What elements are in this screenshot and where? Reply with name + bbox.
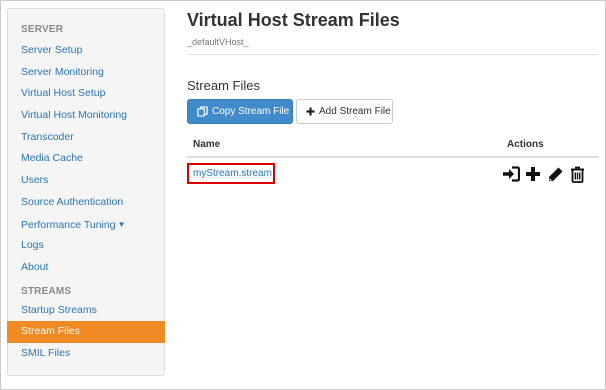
stream-name-cell: myStream.stream bbox=[187, 163, 275, 184]
title-divider bbox=[187, 54, 599, 55]
copy-icon bbox=[197, 106, 208, 117]
sidebar-item-label: Performance Tuning bbox=[21, 218, 116, 231]
sidebar-item-logs[interactable]: Logs bbox=[8, 235, 164, 257]
sidebar-nav: SERVER Server Setup Server Monitoring Vi… bbox=[7, 8, 165, 376]
delete-icon[interactable] bbox=[568, 165, 586, 183]
table-header: Name Actions bbox=[187, 130, 599, 158]
sidebar-item-virtual-host-monitoring[interactable]: Virtual Host Monitoring bbox=[8, 105, 164, 127]
table-row: myStream.stream bbox=[187, 160, 599, 188]
add-stream-file-label: Add Stream File bbox=[319, 106, 391, 117]
plus-icon bbox=[306, 107, 315, 116]
column-header-actions: Actions bbox=[507, 139, 544, 150]
copy-stream-file-label: Copy Stream File bbox=[212, 106, 290, 117]
copy-stream-file-button[interactable]: Copy Stream File bbox=[187, 99, 293, 124]
stream-file-link[interactable]: myStream.stream bbox=[193, 168, 272, 179]
sidebar-item-stream-files[interactable]: Stream Files bbox=[7, 321, 165, 343]
edit-icon[interactable] bbox=[546, 165, 564, 183]
sidebar-item-media-cache[interactable]: Media Cache bbox=[8, 148, 164, 170]
connect-icon[interactable] bbox=[502, 165, 520, 183]
vhost-subtitle: _defaultVHost_ bbox=[187, 37, 249, 47]
sidebar-item-users[interactable]: Users bbox=[8, 170, 164, 192]
caret-down-icon: ▼ bbox=[117, 219, 126, 229]
sidebar-item-server-monitoring[interactable]: Server Monitoring bbox=[8, 62, 164, 84]
column-header-name: Name bbox=[193, 139, 221, 150]
row-actions bbox=[502, 165, 586, 183]
sidebar-header-server: SERVER bbox=[21, 24, 64, 35]
sidebar-item-startup-streams[interactable]: Startup Streams bbox=[8, 300, 164, 322]
add-stream-file-button[interactable]: Add Stream File bbox=[296, 99, 393, 124]
main-content: Virtual Host Stream Files _defaultVHost_… bbox=[187, 0, 599, 390]
add-icon[interactable] bbox=[524, 165, 542, 183]
sidebar-item-about[interactable]: About bbox=[8, 257, 164, 279]
sidebar-item-smil-files[interactable]: SMIL Files bbox=[8, 343, 164, 365]
sidebar-item-virtual-host-setup[interactable]: Virtual Host Setup bbox=[8, 83, 164, 105]
sidebar-item-transcoder[interactable]: Transcoder bbox=[8, 127, 164, 149]
sidebar-item-source-authentication[interactable]: Source Authentication bbox=[8, 192, 164, 214]
page-title: Virtual Host Stream Files bbox=[187, 10, 400, 30]
section-title: Stream Files bbox=[187, 78, 260, 93]
sidebar-item-server-setup[interactable]: Server Setup bbox=[8, 40, 164, 62]
sidebar-header-streams: STREAMS bbox=[21, 285, 72, 297]
sidebar-item-performance-tuning[interactable]: Performance Tuning ▼ bbox=[8, 214, 164, 236]
